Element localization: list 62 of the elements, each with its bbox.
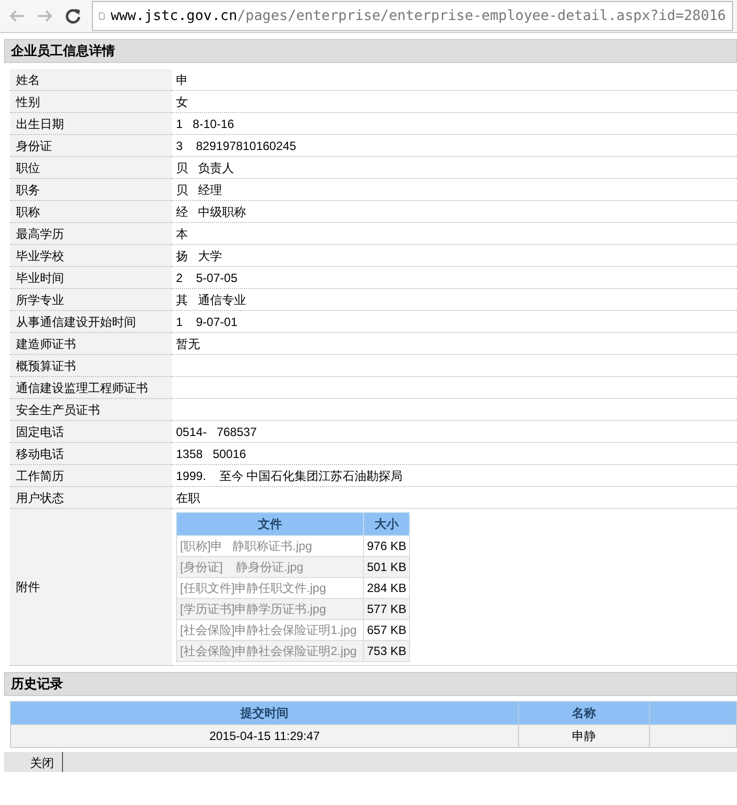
- field-value: 申: [172, 69, 737, 90]
- file-link[interactable]: [学历证书]申静学历证书.jpg: [176, 598, 364, 620]
- file-size: 976 KB: [364, 536, 410, 556]
- field-value: 3 829197810160245: [172, 134, 737, 156]
- file-link[interactable]: [社会保险]申静社会保险证明1.jpg: [176, 620, 364, 640]
- address-bar[interactable]: www.jstc.gov.cn/pages/enterprise/enterprise-employee-detail.aspx?id=28016: [92, 1, 733, 31]
- field-label: 工作简历: [10, 464, 172, 486]
- reload-button[interactable]: [64, 7, 82, 25]
- field-value: 1 8-10-16: [172, 112, 737, 134]
- field-value: 暂无: [172, 332, 737, 354]
- url-text: www.jstc.gov.cn/pages/enterprise/enterprise-employee-detail.aspx?id=28016: [110, 8, 726, 24]
- field-label: 移动电话: [10, 442, 172, 464]
- field-value: 本: [172, 222, 737, 244]
- field-label: 附件: [10, 508, 172, 666]
- column-header: 大小: [364, 512, 410, 536]
- field-label: 姓名: [10, 69, 172, 90]
- section-title: 历史记录: [4, 672, 737, 696]
- file-link[interactable]: [身份证] 静身份证.jpg: [176, 556, 364, 578]
- field-label: 职位: [10, 156, 172, 178]
- field-value: 贝 经理: [172, 178, 737, 200]
- file-size: 577 KB: [364, 598, 410, 620]
- field-value: 2 5-07-05: [172, 266, 737, 288]
- file-size: 753 KB: [364, 640, 410, 662]
- file-size: 284 KB: [364, 578, 410, 598]
- field-label: 所学专业: [10, 288, 172, 310]
- field-label: 通信建设监理工程师证书: [10, 376, 172, 398]
- column-header: 文件: [176, 512, 364, 536]
- field-value: 扬 大学: [172, 244, 737, 266]
- table-cell: 2015-04-15 11:29:47: [10, 724, 519, 748]
- field-label: 出生日期: [10, 112, 172, 134]
- field-label: 用户状态: [10, 486, 172, 508]
- field-label: 身份证: [10, 134, 172, 156]
- field-value: 1 9-07-01: [172, 310, 737, 332]
- field-value: 在职: [172, 486, 737, 508]
- file-size: 657 KB: [364, 620, 410, 640]
- field-label: 从事通信建设开始时间: [10, 310, 172, 332]
- section-title: 企业员工信息详情: [4, 39, 737, 63]
- field-value: 1999. 至今 中国石化集团江苏石油勘探局: [172, 464, 737, 486]
- file-size: 501 KB: [364, 556, 410, 578]
- field-label: 职务: [10, 178, 172, 200]
- field-value: 贝 负责人: [172, 156, 737, 178]
- field-value: 0514- 768537: [172, 420, 737, 442]
- field-label: 最高学历: [10, 222, 172, 244]
- table-cell: 申静: [518, 724, 650, 748]
- close-button[interactable]: 关闭: [22, 752, 63, 772]
- field-label: 固定电话: [10, 420, 172, 442]
- field-label: 毕业学校: [10, 244, 172, 266]
- column-header: 提交时间: [10, 702, 519, 724]
- field-label: 建造师证书: [10, 332, 172, 354]
- field-label: 职称: [10, 200, 172, 222]
- field-value: 女: [172, 90, 737, 112]
- file-link[interactable]: [任职文件]申静任职文件.jpg: [176, 578, 364, 598]
- field-value: 其 通信专业: [172, 288, 737, 310]
- field-value: 经 中级职称: [172, 200, 737, 222]
- file-link[interactable]: [社会保险]申静社会保险证明2.jpg: [176, 640, 364, 662]
- column-header: 名称: [518, 702, 650, 724]
- field-label: 安全生产员证书: [10, 398, 172, 420]
- field-value: 1358 50016: [172, 442, 737, 464]
- field-label: 毕业时间: [10, 266, 172, 288]
- field-label: 性别: [10, 90, 172, 112]
- file-link[interactable]: [职称]申 静职称证书.jpg: [176, 536, 364, 556]
- field-label: 概预算证书: [10, 354, 172, 376]
